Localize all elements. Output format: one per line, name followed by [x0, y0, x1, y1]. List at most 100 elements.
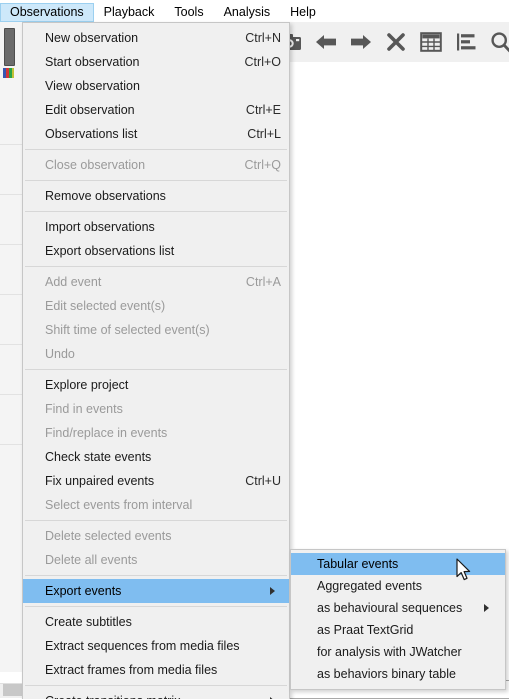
menu-item-label: as Praat TextGrid	[317, 623, 414, 637]
menu-item-label: Import observations	[45, 220, 155, 234]
menu-item-label: Aggregated events	[317, 579, 422, 593]
menu-item-shortcut: Ctrl+A	[245, 275, 281, 289]
menu-item-label: Create transitions matrix	[45, 694, 180, 699]
menu-item-label: Check state events	[45, 450, 152, 464]
close-x-icon[interactable]	[383, 29, 409, 55]
menu-item-close-observation: Close observation Ctrl+Q	[23, 153, 289, 177]
menu-item-label: Start observation	[45, 55, 140, 69]
menu-item-label: Remove observations	[45, 189, 166, 203]
search-icon[interactable]	[488, 29, 509, 55]
toolbar-icon-group	[278, 24, 509, 60]
menu-item-shift-time-of-selected-event-s-: Shift time of selected event(s)	[23, 318, 289, 342]
menu-item-extract-frames-from-media-files[interactable]: Extract frames from media files	[23, 658, 289, 682]
menu-item-delete-all-events: Delete all events	[23, 548, 289, 572]
menu-separator	[25, 180, 287, 181]
menu-item-find-in-events: Find in events	[23, 397, 289, 421]
menu-separator	[25, 211, 287, 212]
menu-item-check-state-events[interactable]: Check state events	[23, 445, 289, 469]
menu-item-label: Find in events	[45, 402, 123, 416]
menu-item-create-subtitles[interactable]: Create subtitles	[23, 610, 289, 634]
menu-item-label: Fix unpaired events	[45, 474, 155, 488]
menu-item-label: Extract sequences from media files	[45, 639, 240, 653]
menu-separator	[25, 149, 287, 150]
menu-bar: Observations Playback Tools Analysis Help	[0, 3, 326, 22]
menu-separator	[25, 575, 287, 576]
menu-item-label: Find/replace in events	[45, 426, 168, 440]
menu-item-undo: Undo	[23, 342, 289, 366]
submenu-item-as-behavioural-sequences[interactable]: as behavioural sequences	[291, 597, 505, 619]
menu-item-new-observation[interactable]: New observation Ctrl+N	[23, 26, 289, 50]
menu-item-extract-sequences-from-media-files[interactable]: Extract sequences from media files	[23, 634, 289, 658]
menu-item-create-transitions-matrix[interactable]: Create transitions matrix	[23, 689, 289, 699]
menu-item-label: Export observations list	[45, 244, 175, 258]
menu-item-shortcut: Ctrl+L	[247, 127, 281, 141]
menu-item-label: Add event	[45, 275, 102, 289]
menubar-item-observations[interactable]: Observations	[0, 3, 94, 22]
menu-item-label: Observations list	[45, 127, 138, 141]
menubar-item-help[interactable]: Help	[280, 3, 326, 22]
vertical-scrollbar-thumb[interactable]	[4, 28, 15, 66]
left-panel-strip	[0, 22, 23, 672]
menu-item-import-observations[interactable]: Import observations	[23, 215, 289, 239]
bar-chart-icon[interactable]	[453, 29, 479, 55]
menu-item-shortcut: Ctrl+U	[245, 474, 281, 488]
submenu-arrow-icon	[484, 604, 489, 612]
menu-item-find-replace-in-events: Find/replace in events	[23, 421, 289, 445]
submenu-item-as-behaviors-binary-table[interactable]: as behaviors binary table	[291, 663, 505, 685]
menu-item-label: Extract frames from media files	[45, 663, 218, 677]
menu-item-shortcut: Ctrl+Q	[244, 158, 281, 172]
menu-item-label: Undo	[45, 347, 75, 361]
observations-menu: New observation Ctrl+N Start observation Ct…	[22, 22, 290, 699]
menu-item-label: Create subtitles	[45, 615, 132, 629]
menu-item-label: Delete selected events	[45, 529, 172, 543]
menu-item-label: View observation	[45, 79, 140, 93]
menu-item-explore-project[interactable]: Explore project	[23, 373, 289, 397]
menu-item-label: Select events from interval	[45, 498, 193, 512]
menu-item-label: Edit selected event(s)	[45, 299, 166, 313]
submenu-item-aggregated-events[interactable]: Aggregated events	[291, 575, 505, 597]
menu-item-remove-observations[interactable]: Remove observations	[23, 184, 289, 208]
menu-item-start-observation[interactable]: Start observation Ctrl+O	[23, 50, 289, 74]
menu-item-export-observations-list[interactable]: Export observations list	[23, 239, 289, 263]
menu-item-add-event: Add event Ctrl+A	[23, 270, 289, 294]
arrow-right-icon[interactable]	[348, 29, 374, 55]
menu-item-label: Delete all events	[45, 553, 138, 567]
menu-separator	[25, 266, 287, 267]
menu-separator	[25, 369, 287, 370]
menu-item-label: Explore project	[45, 378, 129, 392]
submenu-item-for-analysis-with-jwatcher[interactable]: for analysis with JWatcher	[291, 641, 505, 663]
menu-separator	[25, 685, 287, 686]
menu-item-label: as behaviors binary table	[317, 667, 456, 681]
menu-item-label: Export events	[45, 584, 122, 598]
export-events-submenu: Tabular events Aggregated events as behavi…	[290, 549, 506, 690]
menu-item-label: Shift time of selected event(s)	[45, 323, 210, 337]
submenu-item-tabular-events[interactable]: Tabular events	[291, 553, 505, 575]
submenu-arrow-icon	[270, 587, 275, 595]
menu-item-view-observation[interactable]: View observation	[23, 74, 289, 98]
menu-item-label: New observation	[45, 31, 139, 45]
menu-item-edit-selected-event-s-: Edit selected event(s)	[23, 294, 289, 318]
menubar-item-tools[interactable]: Tools	[164, 3, 213, 22]
menu-item-shortcut: Ctrl+E	[245, 103, 281, 117]
menu-separator	[25, 520, 287, 521]
arrow-left-icon[interactable]	[313, 29, 339, 55]
menu-item-select-events-from-interval: Select events from interval	[23, 493, 289, 517]
menubar-item-playback[interactable]: Playback	[94, 3, 165, 22]
menubar-item-analysis[interactable]: Analysis	[214, 3, 281, 22]
menu-item-export-events[interactable]: Export events	[23, 579, 289, 603]
menu-item-edit-observation[interactable]: Edit observation Ctrl+E	[23, 98, 289, 122]
app-window: Observations Playback Tools Analysis Help Ne…	[0, 0, 509, 699]
menu-item-label: for analysis with JWatcher	[317, 645, 462, 659]
menu-item-observations-list[interactable]: Observations list Ctrl+L	[23, 122, 289, 146]
table-grid-icon[interactable]	[418, 29, 444, 55]
menu-item-shortcut: Ctrl+N	[245, 31, 281, 45]
menu-item-fix-unpaired-events[interactable]: Fix unpaired events Ctrl+U	[23, 469, 289, 493]
menu-item-shortcut: Ctrl+O	[244, 55, 281, 69]
project-color-icon	[3, 68, 14, 78]
menu-separator	[25, 606, 287, 607]
menu-item-label: Close observation	[45, 158, 146, 172]
menu-item-label: as behavioural sequences	[317, 601, 463, 615]
submenu-item-as-praat-textgrid[interactable]: as Praat TextGrid	[291, 619, 505, 641]
menu-item-label: Edit observation	[45, 103, 135, 117]
menu-item-delete-selected-events: Delete selected events	[23, 524, 289, 548]
